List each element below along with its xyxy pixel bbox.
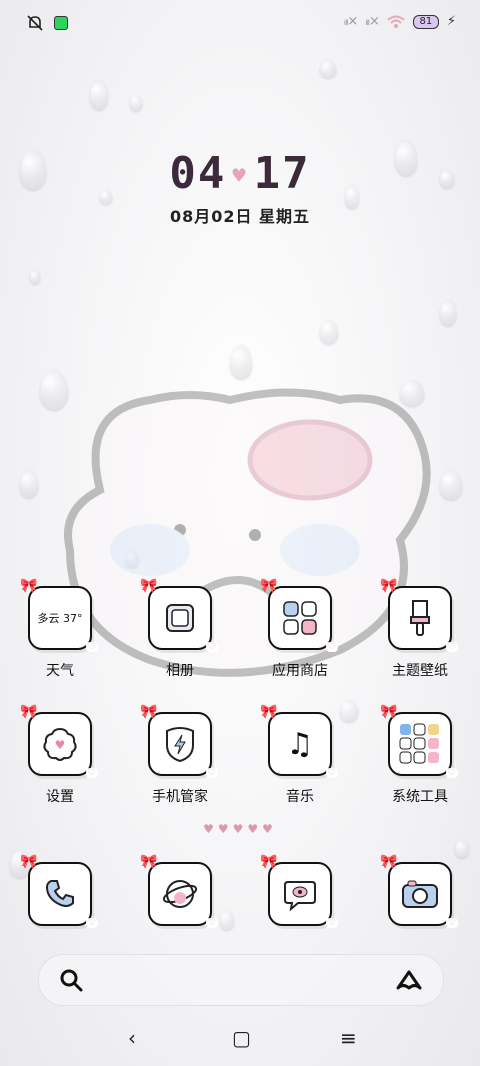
date-display: 08月02日 星期五 <box>169 207 311 226</box>
system-tools-folder-icon: 🎀 ♡ <box>380 704 458 778</box>
assistant-icon[interactable] <box>395 969 423 991</box>
back-button[interactable]: ‹ <box>128 1026 136 1050</box>
app-security[interactable]: 🎀 ♡ 手机管家 <box>120 704 240 806</box>
recents-button[interactable]: ≡ <box>340 1026 357 1050</box>
gallery-icon: 🎀 ♡ <box>140 578 218 652</box>
dock-camera[interactable]: 🎀 ♡ <box>360 854 480 928</box>
battery-indicator: 81 <box>412 14 439 29</box>
navigation-bar: ‹ ▢ ≡ <box>0 1020 480 1060</box>
dock-messages[interactable]: 🎀 ♡ <box>240 854 360 928</box>
app-row-1: 🎀 多云 37° ♡ 天气 🎀 ♡ 相册 🎀 ♡ 应用商店 🎀 ♡ 主题壁纸 <box>0 578 480 680</box>
svg-text:♥: ♥ <box>55 738 66 752</box>
app-gallery[interactable]: 🎀 ♡ 相册 <box>120 578 240 680</box>
notification-off-icon <box>27 15 43 31</box>
page-indicator[interactable]: ♥♥♥♥♥ <box>0 822 480 836</box>
dock: 🎀 ♡ 🎀 ♡ 🎀 ♡ 🎀 ♡ <box>0 854 480 928</box>
dock-phone[interactable]: 🎀 ♡ <box>0 854 120 928</box>
app-label: 应用商店 <box>272 663 328 679</box>
app-label: 设置 <box>46 789 74 805</box>
app-app-store[interactable]: 🎀 ♡ 应用商店 <box>240 578 360 680</box>
app-label: 天气 <box>46 663 74 679</box>
clock-hours: 04 <box>169 148 227 199</box>
app-system-tools[interactable]: 🎀 ♡ 系统工具 <box>360 704 480 806</box>
app-music[interactable]: 🎀 ♫ ♡ 音乐 <box>240 704 360 806</box>
dock-browser[interactable]: 🎀 ♡ <box>120 854 240 928</box>
time-display: 04 ♥ 17 <box>0 148 480 199</box>
phone-icon: 🎀 ♡ <box>20 854 98 928</box>
app-settings[interactable]: 🎀 ♥ ♡ 设置 <box>0 704 120 806</box>
search-bar[interactable] <box>38 954 444 1006</box>
clock-widget[interactable]: 04 ♥ 17 08月02日 星期五 <box>0 148 480 227</box>
heart-separator-icon: ♥ <box>232 163 248 189</box>
app-label: 手机管家 <box>152 789 208 805</box>
app-indicator-icon <box>54 16 68 30</box>
app-label: 音乐 <box>286 789 314 805</box>
browser-icon: 🎀 ♡ <box>140 854 218 928</box>
status-bar: ᵢₗₗ× ᵢₗₗ× 81 ⚡ <box>0 0 480 50</box>
app-label: 相册 <box>166 663 194 679</box>
app-row-2: 🎀 ♥ ♡ 设置 🎀 ♡ 手机管家 🎀 ♫ ♡ 音乐 🎀 ♡ 系统工具 <box>0 704 480 806</box>
camera-icon: 🎀 ♡ <box>380 854 458 928</box>
weather-icon: 🎀 多云 37° ♡ <box>20 578 98 652</box>
app-label: 主题壁纸 <box>392 663 448 679</box>
themes-icon: 🎀 ♡ <box>380 578 458 652</box>
messages-icon: 🎀 ♡ <box>260 854 338 928</box>
music-icon: 🎀 ♫ ♡ <box>260 704 338 778</box>
charging-icon: ⚡ <box>446 14 456 29</box>
clock-minutes: 17 <box>253 148 311 199</box>
settings-icon: 🎀 ♥ ♡ <box>20 704 98 778</box>
wifi-icon <box>387 15 405 28</box>
home-button[interactable]: ▢ <box>232 1026 251 1050</box>
app-label: 系统工具 <box>392 789 448 805</box>
app-themes[interactable]: 🎀 ♡ 主题壁纸 <box>360 578 480 680</box>
search-icon[interactable] <box>59 968 83 992</box>
weather-icon-text: 多云 37° <box>37 612 83 625</box>
security-icon: 🎀 ♡ <box>140 704 218 778</box>
app-store-icon: 🎀 ♡ <box>260 578 338 652</box>
signal-icon: ᵢₗₗ× <box>343 14 359 29</box>
signal-icon: ᵢₗₗ× <box>365 14 380 29</box>
app-weather[interactable]: 🎀 多云 37° ♡ 天气 <box>0 578 120 680</box>
